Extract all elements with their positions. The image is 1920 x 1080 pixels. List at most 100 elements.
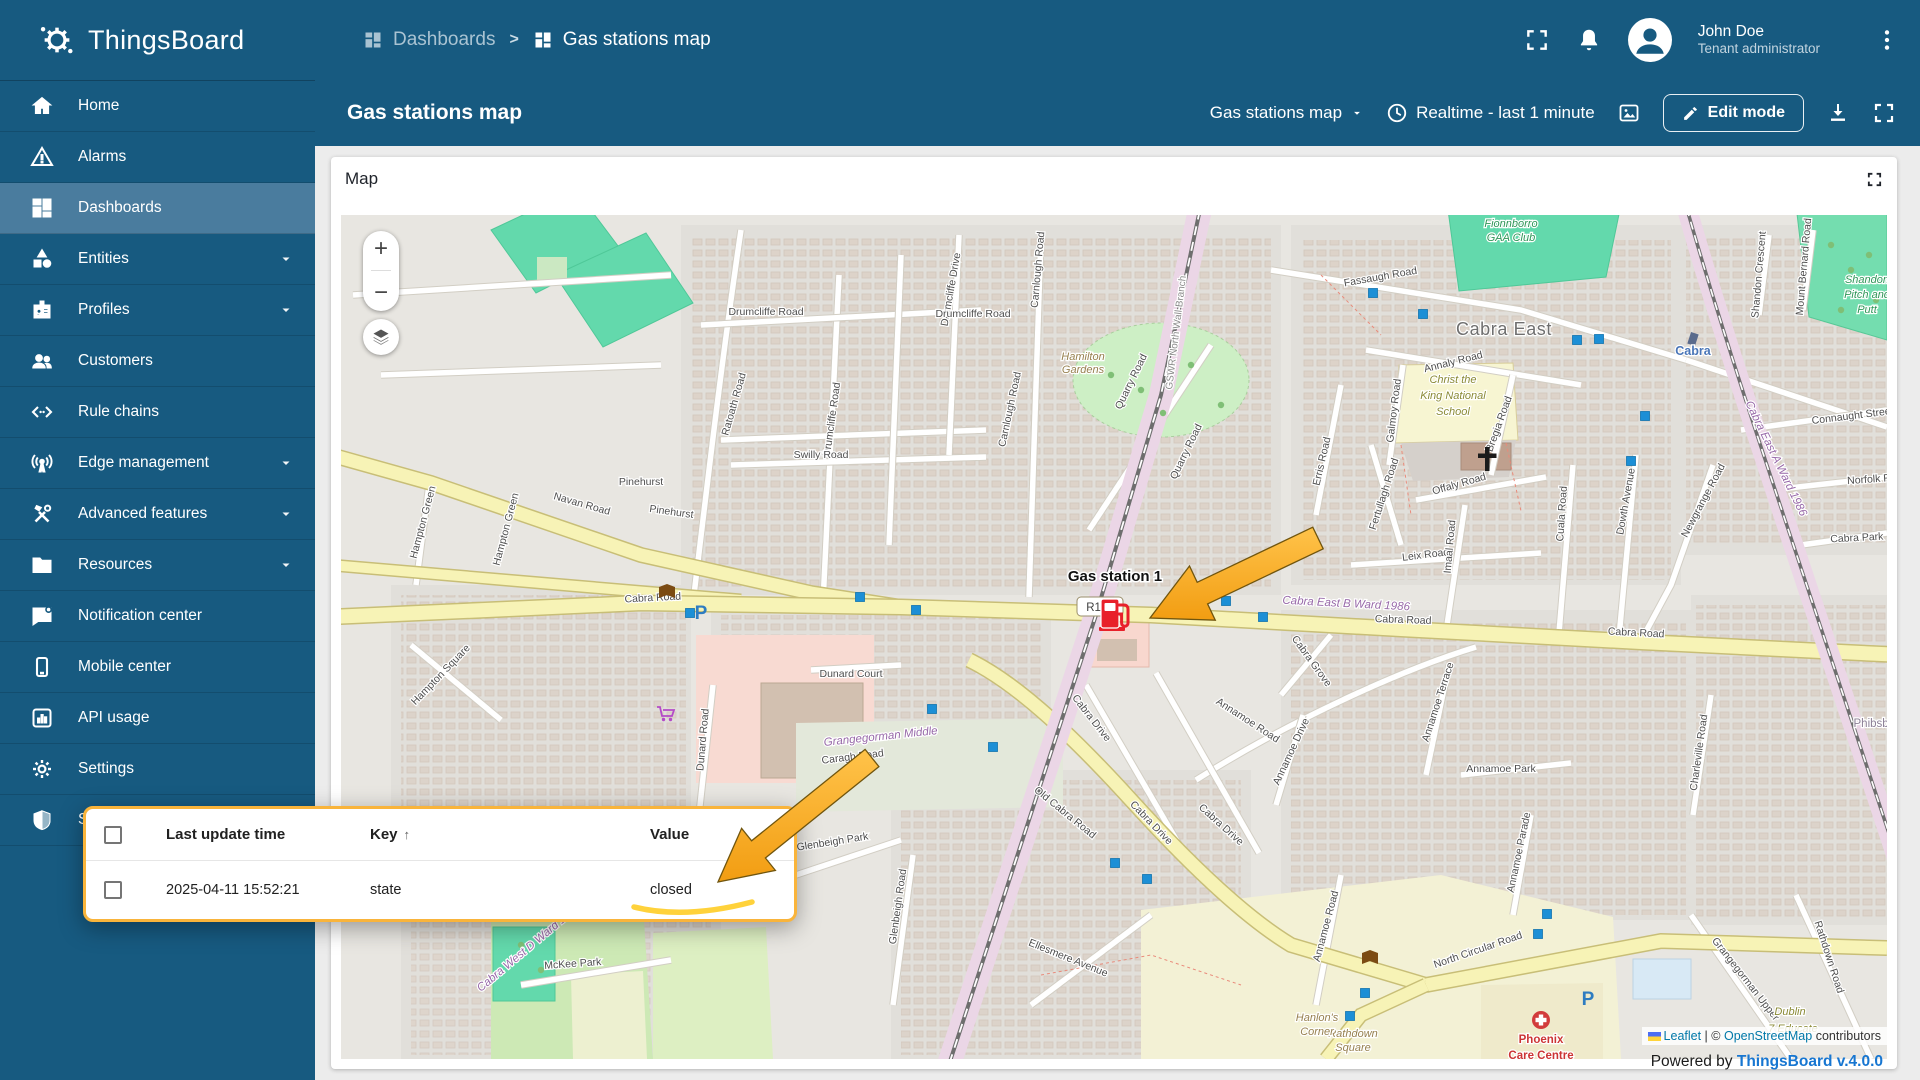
cell-value: closed — [650, 882, 794, 898]
map-point-marker — [1543, 910, 1552, 919]
map-label: Phoenix — [1519, 1034, 1564, 1046]
breadcrumb: Dashboards > Gas stations map — [363, 29, 711, 51]
leaflet-map[interactable]: Drumcliffe DriveCarnlough RoadCarnlough … — [341, 215, 1887, 1059]
gear-icon — [30, 757, 54, 781]
sidebar-item-home[interactable]: Home — [0, 81, 315, 132]
column-last-update-time[interactable]: Last update time — [166, 826, 370, 843]
sidebar-item-settings[interactable]: Settings — [0, 744, 315, 795]
map-point-marker — [1419, 310, 1428, 319]
map-point-marker — [686, 609, 695, 618]
zoom-in-button[interactable]: + — [374, 235, 388, 263]
user-info[interactable]: John Doe Tenant administrator — [1698, 22, 1820, 58]
app-name: ThingsBoard — [88, 25, 244, 56]
hospital-icon — [1532, 1011, 1550, 1029]
breadcrumb-separator: > — [509, 31, 518, 49]
user-name: John Doe — [1698, 22, 1820, 41]
map-point-marker — [856, 593, 865, 602]
sidebar-item-rule-chains[interactable]: Rule chains — [0, 387, 315, 438]
sidebar-item-profiles[interactable]: Profiles — [0, 285, 315, 336]
sidebar-item-label: Customers — [78, 352, 153, 370]
sidebar-item-resources[interactable]: Resources — [0, 540, 315, 591]
sidebar-item-customers[interactable]: Customers — [0, 336, 315, 387]
leaflet-link[interactable]: Leaflet — [1664, 1029, 1702, 1043]
column-value[interactable]: Value — [650, 826, 794, 843]
fullscreen-icon[interactable] — [1872, 101, 1896, 125]
map-label: Hanlon's — [1296, 1012, 1339, 1024]
parking-icon: P — [695, 603, 708, 624]
layers-icon — [371, 327, 391, 347]
dashboard-state-select[interactable]: Gas stations map — [1210, 103, 1364, 123]
map-label: Drumcliffe Road — [935, 308, 1010, 320]
sort-ascending-icon: ↑ — [404, 827, 411, 842]
sidebar-item-notification-center[interactable]: Notification center — [0, 591, 315, 642]
map-widget-card: Map — [331, 157, 1897, 1069]
dashboard-icon — [533, 30, 553, 50]
map-point-marker — [1111, 859, 1120, 868]
sidebar-item-label: Advanced features — [78, 505, 207, 523]
kebab-menu-icon[interactable] — [1882, 27, 1892, 53]
home-icon — [30, 94, 54, 118]
timewindow-button[interactable]: Realtime - last 1 minute — [1386, 102, 1595, 124]
sidebar-item-alarms[interactable]: Alarms — [0, 132, 315, 183]
map-label: Drumcliffe Road — [728, 306, 803, 318]
dashboard-image-icon[interactable] — [1617, 101, 1641, 125]
ukraine-flag-icon — [1648, 1032, 1661, 1041]
sidebar-item-entities[interactable]: Entities — [0, 234, 315, 285]
breadcrumb-current[interactable]: Gas stations map — [533, 29, 711, 51]
sidebar-item-edge-management[interactable]: Edge management — [0, 438, 315, 489]
map-point-marker — [1641, 412, 1650, 421]
osm-link[interactable]: OpenStreetMap — [1724, 1029, 1812, 1043]
map-point-marker — [1346, 1012, 1355, 1021]
sidebar-item-dashboards[interactable]: Dashboards — [0, 183, 315, 234]
map-layers-button[interactable] — [363, 319, 399, 355]
cust-icon — [30, 349, 54, 373]
sidebar-item-label: Rule chains — [78, 403, 159, 421]
dashboard-title: Gas stations map — [347, 101, 522, 125]
sidebar-item-advanced-features[interactable]: Advanced features — [0, 489, 315, 540]
thingsboard-logo[interactable]: ThingsBoard — [38, 21, 288, 59]
widget-fullscreen-icon[interactable] — [1866, 171, 1883, 188]
map-point-marker — [1143, 875, 1152, 884]
chevron-down-icon — [279, 303, 293, 317]
chevron-down-icon — [1350, 106, 1364, 120]
download-icon[interactable] — [1826, 101, 1850, 125]
select-all-checkbox[interactable] — [104, 826, 122, 844]
map-label: Rathdown — [1328, 1028, 1378, 1040]
chevron-down-icon — [279, 252, 293, 266]
map-label: Annamoe Park — [1466, 763, 1536, 775]
sidebar-nav: Home Alarms Dashboards EntitiesProfiles Cust… — [0, 80, 315, 1080]
sidebar-item-mobile-center[interactable]: Mobile center — [0, 642, 315, 693]
table-row[interactable]: 2025-04-11 15:52:21 state closed — [86, 861, 794, 919]
map-label: Gardens — [1062, 364, 1105, 376]
fullscreen-icon[interactable] — [1524, 27, 1550, 53]
breadcrumb-dashboards[interactable]: Dashboards — [363, 29, 495, 51]
notifications-bell-icon[interactable] — [1576, 27, 1602, 53]
map-label: Phibsborough — [1854, 718, 1887, 730]
column-key[interactable]: Key ↑ — [370, 826, 650, 843]
alarm-icon — [30, 145, 54, 169]
sidebar-item-api-usage[interactable]: API usage — [0, 693, 315, 744]
map-label: Shandon — [1845, 274, 1887, 286]
sidebar-item-label: Edge management — [78, 454, 209, 472]
gas-station-label: Gas station 1 — [1068, 568, 1162, 585]
map-point-marker — [1534, 930, 1543, 939]
chevron-down-icon — [279, 456, 293, 470]
map-label: Dunard Court — [819, 668, 882, 680]
dashboard-toolbar: Gas stations map Gas stations map Realti… — [315, 80, 1920, 146]
cell-last-update-time: 2025-04-11 15:52:21 — [166, 882, 370, 898]
mobile-icon — [30, 655, 54, 679]
edit-mode-button[interactable]: Edit mode — [1663, 94, 1804, 132]
app-header: ThingsBoard Dashboards > Gas stations ma… — [0, 0, 1920, 80]
avatar[interactable] — [1628, 18, 1672, 62]
map-point-marker — [928, 705, 937, 714]
row-checkbox[interactable] — [104, 881, 122, 899]
sidebar-item-label: Alarms — [78, 148, 126, 166]
prof-icon — [30, 298, 54, 322]
notif-icon — [30, 604, 54, 628]
map-point-marker — [1361, 989, 1370, 998]
zoom-out-button[interactable]: − — [374, 279, 388, 307]
map-point-marker — [1595, 335, 1604, 344]
chevron-down-icon — [279, 558, 293, 572]
sidebar-item-label: Dashboards — [78, 199, 162, 217]
thingsboard-version-link[interactable]: ThingsBoard v.4.0.0 — [1737, 1053, 1883, 1070]
